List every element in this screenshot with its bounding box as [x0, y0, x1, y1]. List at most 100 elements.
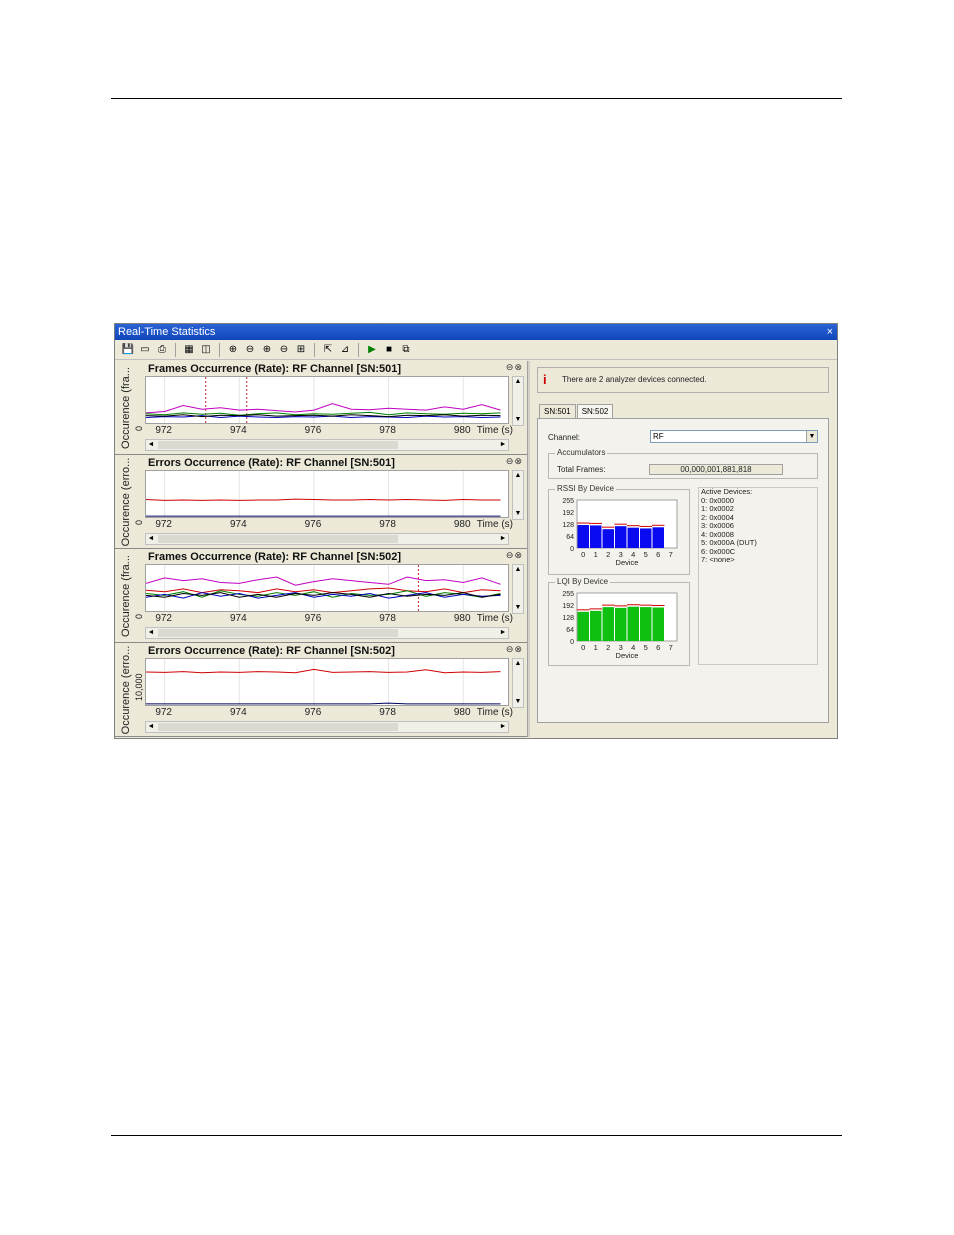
pane-splitter[interactable] — [527, 361, 530, 737]
scroll-right-icon[interactable]: ► — [498, 440, 508, 450]
total-frames-value: 00,000,001,881,818 — [649, 464, 783, 475]
stop-icon[interactable]: ■ — [382, 343, 396, 357]
x-tick-label: 976 — [304, 425, 322, 436]
bar-y-tick: 128 — [562, 615, 574, 622]
zoom-out-icon[interactable]: ⊖ — [243, 343, 257, 357]
series-line-red — [146, 668, 501, 674]
window-title: Real-Time Statistics — [118, 326, 216, 338]
tab-sn502[interactable]: SN:502 — [576, 404, 614, 418]
x-tick-label: 978 — [379, 425, 396, 436]
grid-icon[interactable]: ▦ — [182, 343, 196, 357]
bar-device-3 — [615, 607, 627, 641]
scroll-left-icon[interactable]: ◄ — [146, 628, 156, 638]
horizontal-scrollbar[interactable]: ◄ ► — [145, 439, 509, 451]
scroll-right-icon[interactable]: ► — [498, 534, 508, 544]
horizontal-scrollbar[interactable]: ◄ ► — [145, 721, 509, 733]
panel-controls-icon[interactable]: ⊖⊗ — [506, 550, 523, 561]
bar-device-3 — [615, 526, 627, 548]
horizontal-scrollbar[interactable]: ◄ ► — [145, 627, 509, 639]
layout-icon[interactable]: ◫ — [199, 343, 213, 357]
scroll-right-icon[interactable]: ► — [498, 722, 508, 732]
horizontal-scrollbar[interactable]: ◄ ► — [145, 533, 509, 545]
zoom-fit-icon[interactable]: ⊞ — [294, 343, 308, 357]
realtime-statistics-window: Real-Time Statistics × 💾 ▭ ⎙ ▦ ◫ ⊕ ⊖ ⊕ ⊖ ⊞ ⇱ ⊿ ▶ ■ ⧉ O… — [114, 323, 838, 739]
bar-device-6 — [652, 607, 664, 641]
y-axis-label: Occurence (erro... — [120, 457, 132, 547]
y-axis-label: Occurence (erro... — [120, 645, 132, 735]
print-icon[interactable]: ⎙ — [155, 343, 169, 357]
panel-controls-icon[interactable]: ⊖⊗ — [506, 644, 523, 655]
bar-y-tick: 192 — [562, 603, 574, 610]
bar-x-label: Device — [616, 651, 639, 660]
bar-x-tick: 0 — [581, 643, 585, 652]
panel-controls-icon[interactable]: ⊖⊗ — [506, 362, 523, 373]
chart-title: Errors Occurrence (Rate): RF Channel [SN… — [148, 457, 395, 469]
line-chart — [146, 377, 501, 423]
scroll-thumb[interactable] — [158, 629, 398, 637]
scroll-down-icon[interactable]: ▼ — [513, 415, 523, 425]
export-icon[interactable]: ⇱ — [321, 343, 335, 357]
save-icon[interactable]: 💾 — [121, 343, 135, 357]
open-icon[interactable]: ▭ — [138, 343, 152, 357]
x-tick-label: 980 — [453, 707, 471, 718]
bar-device-0 — [577, 611, 589, 641]
x-tick-label: 972 — [155, 425, 172, 436]
x-tick-label: 976 — [304, 613, 322, 624]
chart-panel: Occurence (erro... 10,000 Errors Occurrenc… — [115, 643, 527, 737]
scroll-left-icon[interactable]: ◄ — [146, 440, 156, 450]
vertical-scrollbar[interactable]: ▲ ▼ — [512, 376, 524, 426]
chart-icon[interactable]: ⊿ — [338, 343, 352, 357]
window-titlebar: Real-Time Statistics × — [115, 324, 837, 340]
vertical-scrollbar[interactable]: ▲ ▼ — [512, 658, 524, 708]
total-frames-label: Total Frames: — [557, 465, 606, 474]
active-device-item: 7: <none> — [701, 555, 735, 564]
zoom-y-icon[interactable]: ⊖ — [277, 343, 291, 357]
scroll-up-icon[interactable]: ▲ — [513, 659, 523, 669]
scroll-up-icon[interactable]: ▲ — [513, 377, 523, 387]
bar-device-2 — [602, 529, 614, 548]
rssi-group: RSSI By Device 255 192 128 64 0 0 1 2 3 4 5 6 7 Devic… — [548, 484, 690, 575]
zoom-x-icon[interactable]: ⊕ — [260, 343, 274, 357]
plot-area — [145, 658, 509, 706]
scroll-down-icon[interactable]: ▼ — [513, 603, 523, 613]
scroll-thumb[interactable] — [158, 441, 398, 449]
scroll-up-icon[interactable]: ▲ — [513, 471, 523, 481]
series-line-navy — [146, 702, 501, 705]
charts-pane: Occurence (fra... 0 Frames Occurrence (Rat… — [115, 361, 527, 737]
scroll-thumb[interactable] — [158, 535, 398, 543]
scroll-left-icon[interactable]: ◄ — [146, 534, 156, 544]
active-devices-list: Active Devices: 0: 0x0000 1: 0x0002 2: 0x0… — [698, 487, 818, 665]
y-axis-label: Occurence (fra... — [120, 555, 132, 637]
bar-x-tick: 1 — [594, 643, 598, 652]
scroll-right-icon[interactable]: ► — [498, 628, 508, 638]
y-axis-label-wrap: Occurence (erro... — [117, 455, 135, 549]
scroll-up-icon[interactable]: ▲ — [513, 565, 523, 575]
chevron-down-icon[interactable]: ▼ — [806, 431, 817, 442]
chart-title: Frames Occurrence (Rate): RF Channel [SN… — [148, 551, 402, 563]
y-tick-label: 0 — [134, 425, 144, 431]
series-line-magenta — [146, 403, 501, 414]
y-axis-label-wrap: Occurence (fra... — [117, 549, 135, 643]
reset-icon[interactable]: ⧉ — [399, 343, 413, 357]
x-axis-unit: Time (s) — [476, 707, 513, 718]
vertical-scrollbar[interactable]: ▲ ▼ — [512, 470, 524, 520]
close-icon[interactable]: × — [827, 324, 833, 340]
scroll-thumb[interactable] — [158, 723, 398, 731]
channel-select[interactable]: RF ▼ — [650, 430, 818, 443]
plot-area — [145, 564, 509, 612]
y-axis-label-wrap: Occurence (erro... — [117, 643, 135, 737]
bar-y-tick: 64 — [566, 627, 574, 634]
tab-sn501[interactable]: SN:501 — [539, 404, 576, 418]
x-axis-unit: Time (s) — [476, 425, 513, 436]
panel-controls-icon[interactable]: ⊖⊗ — [506, 456, 523, 467]
scroll-down-icon[interactable]: ▼ — [513, 509, 523, 519]
play-icon[interactable]: ▶ — [365, 343, 379, 357]
scroll-left-icon[interactable]: ◄ — [146, 722, 156, 732]
info-banner: i There are 2 analyzer devices connected… — [537, 367, 829, 393]
vertical-scrollbar[interactable]: ▲ ▼ — [512, 564, 524, 614]
toolbar: 💾 ▭ ⎙ ▦ ◫ ⊕ ⊖ ⊕ ⊖ ⊞ ⇱ ⊿ ▶ ■ ⧉ — [115, 340, 837, 360]
info-icon: i — [543, 372, 547, 387]
bar-x-label: Device — [616, 558, 639, 567]
zoom-in-icon[interactable]: ⊕ — [226, 343, 240, 357]
scroll-down-icon[interactable]: ▼ — [513, 697, 523, 707]
